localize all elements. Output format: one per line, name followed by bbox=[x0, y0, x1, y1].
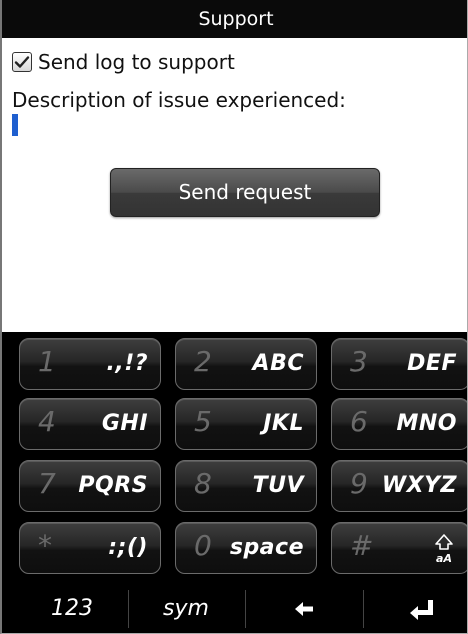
key-number: 5 bbox=[194, 405, 212, 438]
key-1[interactable]: 1 .,!? bbox=[19, 338, 161, 390]
text-cursor bbox=[12, 114, 18, 136]
enter-arrow-icon bbox=[410, 600, 433, 620]
key-3[interactable]: 3 DEF bbox=[331, 338, 467, 390]
keyboard-bottom-bar: 123 sym bbox=[2, 584, 467, 633]
checkmark-icon bbox=[14, 56, 30, 68]
key-letters: WXYZ bbox=[381, 473, 457, 498]
key-letters: GHI bbox=[101, 411, 148, 436]
backspace-key[interactable] bbox=[252, 584, 356, 633]
key-number: 9 bbox=[350, 467, 368, 500]
shift-aA-icon: aA bbox=[435, 534, 453, 565]
key-letters: space bbox=[229, 535, 304, 560]
key-6[interactable]: 6 MNO bbox=[331, 398, 467, 450]
key-letters: .,!? bbox=[106, 351, 148, 376]
key-number: 7 bbox=[38, 467, 56, 500]
description-label: Description of issue experienced: bbox=[12, 88, 346, 112]
key-number: 0 bbox=[194, 529, 212, 562]
key-letters: DEF bbox=[407, 351, 457, 376]
key-number: 3 bbox=[350, 345, 368, 378]
separator bbox=[128, 590, 129, 628]
key-number: 1 bbox=[38, 345, 56, 378]
key-star[interactable]: * :;() bbox=[19, 522, 161, 574]
key-5[interactable]: 5 JKL bbox=[175, 398, 317, 450]
description-input[interactable] bbox=[12, 114, 452, 138]
key-number: * bbox=[38, 529, 52, 562]
enter-key[interactable] bbox=[370, 584, 467, 633]
symbols-key[interactable]: sym bbox=[136, 584, 236, 633]
support-form: Send log to support Description of issue… bbox=[2, 38, 467, 332]
key-letters: TUV bbox=[252, 473, 304, 498]
key-letters: MNO bbox=[396, 411, 457, 436]
separator bbox=[363, 590, 364, 628]
key-0-space[interactable]: 0 space bbox=[175, 522, 317, 574]
svg-text:aA: aA bbox=[436, 552, 452, 565]
key-number: 6 bbox=[350, 405, 368, 438]
separator bbox=[245, 590, 246, 628]
key-letters: JKL bbox=[263, 411, 304, 436]
key-number: # bbox=[350, 529, 374, 562]
key-9[interactable]: 9 WXYZ bbox=[331, 460, 467, 512]
send-log-label: Send log to support bbox=[38, 50, 235, 74]
key-letters: ABC bbox=[252, 351, 304, 376]
key-8[interactable]: 8 TUV bbox=[175, 460, 317, 512]
key-letters: PQRS bbox=[78, 473, 148, 498]
key-number: 8 bbox=[194, 467, 212, 500]
backspace-arrow-icon bbox=[295, 602, 313, 616]
page-title: Support bbox=[198, 8, 274, 30]
numbers-key[interactable]: 123 bbox=[22, 584, 122, 633]
key-2[interactable]: 2 ABC bbox=[175, 338, 317, 390]
key-number: 4 bbox=[38, 405, 56, 438]
key-7[interactable]: 7 PQRS bbox=[19, 460, 161, 512]
key-4[interactable]: 4 GHI bbox=[19, 398, 161, 450]
app-window: Support Send log to support Description … bbox=[0, 0, 468, 634]
key-hash-shift[interactable]: # aA bbox=[331, 522, 467, 574]
send-log-checkbox[interactable] bbox=[12, 52, 32, 72]
send-log-option[interactable]: Send log to support bbox=[12, 50, 235, 74]
key-letters: :;() bbox=[108, 535, 148, 560]
key-number: 2 bbox=[194, 345, 212, 378]
send-request-button[interactable]: Send request bbox=[110, 168, 380, 217]
title-bar: Support bbox=[2, 0, 467, 38]
